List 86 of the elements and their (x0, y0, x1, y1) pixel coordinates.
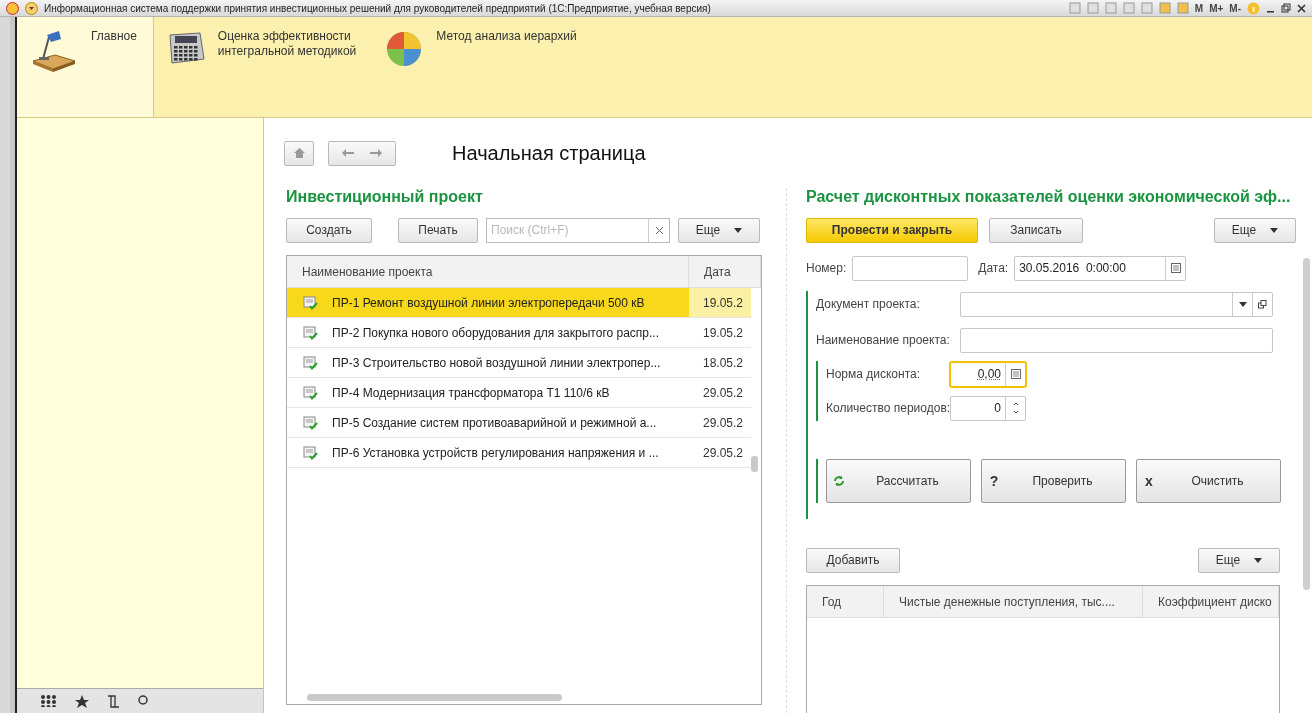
right-arrow-icon (370, 149, 382, 157)
column-header[interactable]: Коэффициент диско (1143, 586, 1279, 617)
post-and-close-button[interactable]: Провести и закрыть (806, 217, 978, 243)
memory-button[interactable]: M- (1229, 2, 1241, 14)
section-heading: Расчет дисконтных показателей оценки экономической эф... (806, 188, 1292, 207)
scrollbar-thumb[interactable] (307, 694, 562, 701)
table-cell: ПР-2 Покупка нового оборудования для закрытого распр... (332, 325, 660, 340)
memory-button[interactable]: M (1194, 2, 1204, 14)
date-field[interactable]: 30.05.2016 0:00:00 (1014, 255, 1187, 281)
more-button[interactable]: Еще (1214, 217, 1296, 243)
create-button[interactable]: Создать (286, 217, 372, 243)
close-icon[interactable] (1297, 3, 1306, 13)
section-heading: Инвестиционный проект (286, 188, 484, 207)
action-button[interactable]: Рассчитать (826, 459, 971, 503)
document-check-icon (303, 445, 318, 460)
app-logo-icon (6, 1, 19, 15)
table-cell: 29.05.2 (703, 415, 744, 430)
left-arrow-icon (342, 149, 354, 157)
document-check-icon (303, 385, 318, 400)
document-check-icon (303, 295, 318, 310)
action-button[interactable]: x Очистить (1136, 459, 1281, 503)
save-button[interactable]: Записать (989, 217, 1083, 243)
field-label: Наименование проекта: (816, 333, 951, 347)
print-button[interactable]: Печать (398, 217, 478, 243)
table-cell: ПР-4 Модернизация трансформатора Т1 110/6 кВ (332, 385, 610, 400)
action-glyph: ? (988, 473, 1000, 489)
caret-down-icon (1238, 301, 1247, 307)
table-row[interactable]: ПР-3 Строительство новой воздушной линии электропер... 18.05.2 (287, 348, 751, 378)
table-row[interactable]: ПР-6 Установка устройств регулирования напряжения и ... 29.05.2 (287, 438, 751, 468)
table-cell: ПР-6 Установка устройств регулирования напряжения и ... (332, 445, 659, 460)
info-icon[interactable] (1247, 1, 1260, 15)
refresh-icon (833, 475, 845, 487)
scrollbar-thumb[interactable] (751, 456, 758, 472)
table-cell: 29.05.2 (703, 445, 744, 460)
more-button[interactable]: Еще (1198, 547, 1280, 573)
field-label: Документ проекта: (816, 297, 921, 311)
table-cell: 19.05.2 (703, 295, 744, 310)
table-cell: 29.05.2 (703, 385, 744, 400)
periods-field[interactable]: 0 (950, 395, 1026, 421)
table-cell: ПР-3 Строительство новой воздушной линии электропер... (332, 355, 661, 370)
page-title: Начальная страница (452, 141, 646, 165)
column-header[interactable]: Наименование проекта (287, 256, 689, 287)
document-check-icon (303, 415, 318, 430)
clear-icon[interactable] (655, 226, 663, 234)
column-header[interactable]: Чистые денежные поступления, тыс.... (884, 586, 1143, 617)
grid-icon[interactable] (41, 695, 57, 707)
section-tab[interactable]: Главное (17, 17, 154, 117)
search-field[interactable]: Поиск (Ctrl+F) (486, 217, 648, 243)
discount-field[interactable]: 0,00 (950, 361, 1026, 387)
document-check-icon (303, 355, 318, 370)
open-icon[interactable] (1258, 299, 1267, 309)
restore-icon[interactable] (1281, 3, 1291, 13)
table-row[interactable]: ПР-4 Модернизация трансформатора Т1 110/6 кВ 29.05.2 (287, 378, 751, 408)
section-tab[interactable]: Оценка эффективности интегральной методикой (153, 17, 373, 117)
field-label: Номер: (806, 261, 847, 275)
caret-down-icon (734, 227, 743, 233)
back-forward-button[interactable] (328, 140, 396, 166)
project-document-field[interactable] (960, 291, 1273, 317)
section-tab[interactable]: Метод анализа иерархий (372, 17, 593, 117)
spin-icon[interactable] (1012, 401, 1019, 415)
action-glyph: x (1144, 473, 1154, 489)
table-row[interactable]: ПР-5 Создание систем противоаварийной и режимной а... 29.05.2 (287, 408, 751, 438)
home-button[interactable] (284, 140, 314, 166)
memory-button[interactable]: M+ (1209, 2, 1224, 14)
table-cell: ПР-1 Ремонт воздушной линии электропередачи 500 кВ (332, 295, 645, 310)
window-title: Информационная система поддержки принятия инвестиционных решений для руководителей предприятий (1С:Предприятие, учебная версия) (44, 2, 712, 14)
table-cell: 18.05.2 (703, 355, 744, 370)
table-row[interactable]: ПР-2 Покупка нового оборудования для закрытого распр... 19.05.2 (287, 318, 751, 348)
number-field[interactable] (852, 255, 969, 281)
action-button[interactable]: ? Проверить (981, 459, 1126, 503)
more-button[interactable]: Еще (678, 217, 760, 243)
column-header[interactable]: Год (807, 586, 884, 617)
table-cell: ПР-5 Создание систем противоаварийной и режимной а... (332, 415, 657, 430)
caret-down-icon (1270, 227, 1279, 233)
add-button[interactable]: Добавить (806, 547, 900, 573)
column-header[interactable]: Дата (689, 256, 761, 287)
field-label: Норма дисконта: (826, 367, 922, 381)
caret-down-icon (1254, 557, 1263, 563)
home-icon (293, 148, 305, 158)
project-name-field[interactable] (960, 327, 1273, 353)
field-label: Количество периодов: (826, 401, 950, 415)
table-cell: 19.05.2 (703, 325, 744, 340)
scrollbar-thumb[interactable] (1303, 258, 1310, 590)
document-check-icon (303, 325, 318, 340)
field-label: Дата: (978, 261, 1009, 275)
dropdown-icon[interactable] (25, 1, 38, 15)
